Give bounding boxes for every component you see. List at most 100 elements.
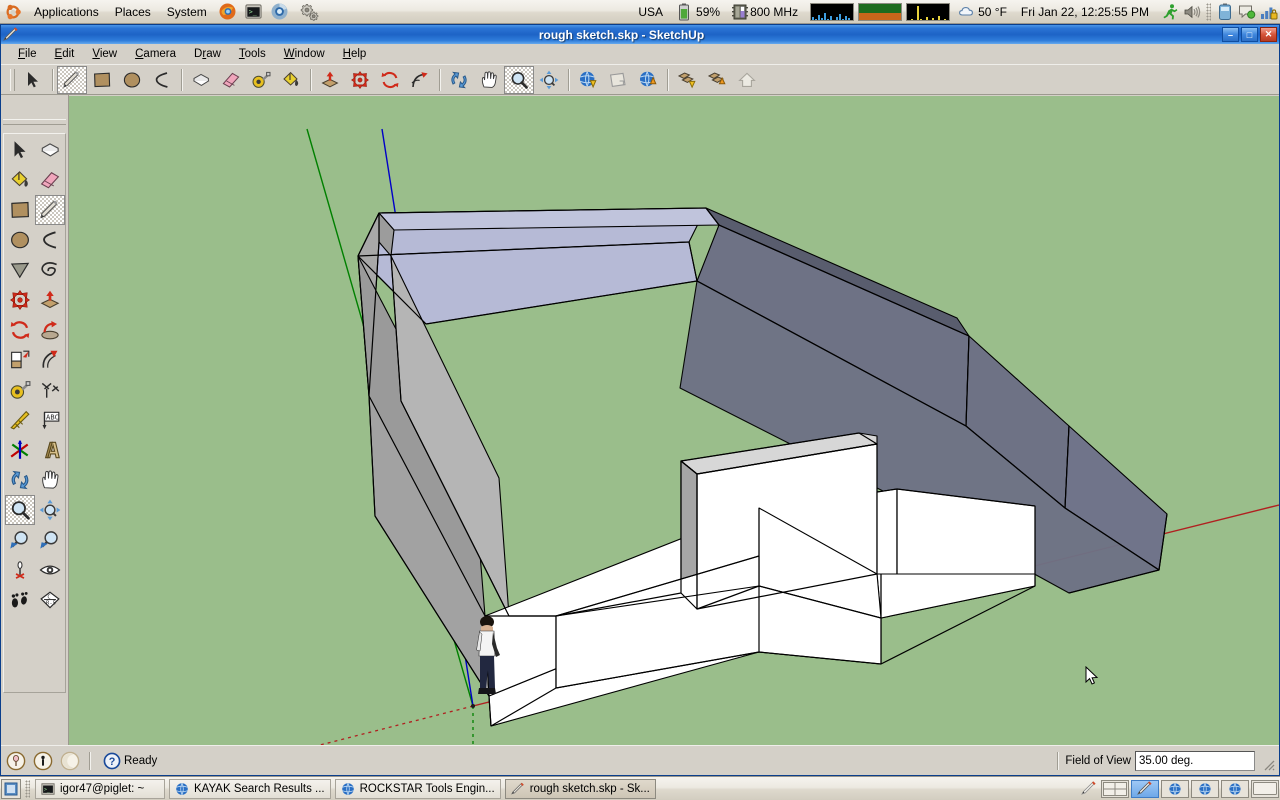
resize-grip-icon[interactable] bbox=[1261, 757, 1275, 771]
circle-tool-button[interactable] bbox=[117, 66, 147, 94]
line-tool-button[interactable] bbox=[57, 65, 87, 94]
freehand-tool-button[interactable] bbox=[35, 255, 65, 285]
polygon-tool-button[interactable] bbox=[5, 255, 35, 285]
circle-tool-button-large[interactable] bbox=[5, 225, 35, 255]
zoom-window-button[interactable] bbox=[5, 525, 35, 555]
taskbar-item-sketchup[interactable]: rough sketch.skp - Sk... bbox=[504, 778, 656, 799]
share-model-button[interactable] bbox=[603, 66, 633, 94]
move-tool-button[interactable] bbox=[345, 66, 375, 94]
orbit-tool-button-large[interactable] bbox=[5, 465, 35, 495]
get-models-button[interactable] bbox=[573, 66, 603, 94]
zoom-tool-button[interactable] bbox=[504, 65, 534, 94]
tape-measure-button-large[interactable] bbox=[5, 375, 35, 405]
share-component-button[interactable] bbox=[702, 66, 732, 94]
taskbar-item-terminal[interactable]: >_ igor47@piglet: ~ bbox=[35, 778, 165, 799]
follow-me-button[interactable] bbox=[405, 66, 435, 94]
places-menu[interactable]: Places bbox=[108, 3, 158, 21]
menu-window[interactable]: Window bbox=[275, 46, 334, 62]
workspace-1-button[interactable] bbox=[1101, 779, 1129, 798]
gears-icon[interactable] bbox=[295, 1, 323, 23]
pan-tool-button-large[interactable] bbox=[35, 465, 65, 495]
taskbar-item-kayak[interactable]: KAYAK Search Results ... bbox=[169, 778, 331, 799]
taskbar-item-rockstar[interactable]: ROCKSTAR Tools Engin... bbox=[334, 778, 501, 799]
zoom-tool-button-large[interactable] bbox=[5, 495, 35, 525]
workspace-4-button[interactable] bbox=[1191, 779, 1219, 798]
get-photo-texture-button[interactable] bbox=[672, 66, 702, 94]
add-location-button[interactable] bbox=[732, 66, 762, 94]
zoom-previous-button[interactable] bbox=[35, 525, 65, 555]
arc-tool-button[interactable] bbox=[147, 66, 177, 94]
three-d-text-icon[interactable] bbox=[35, 435, 65, 465]
system-menu[interactable]: System bbox=[160, 3, 214, 21]
scale-tool-button[interactable] bbox=[5, 345, 35, 375]
workspace-2-button[interactable] bbox=[1131, 779, 1159, 798]
pan-tool-button[interactable] bbox=[474, 66, 504, 94]
chat-bubble-icon[interactable] bbox=[1237, 2, 1257, 22]
menu-file[interactable]: FFileile bbox=[9, 46, 46, 62]
make-component-button-large[interactable] bbox=[35, 135, 65, 165]
axes-tool-button[interactable] bbox=[5, 435, 35, 465]
upload-model-button[interactable] bbox=[633, 66, 663, 94]
push-pull-button-large[interactable] bbox=[35, 285, 65, 315]
close-button[interactable]: ✕ bbox=[1260, 27, 1277, 42]
eraser-tool-button[interactable] bbox=[216, 66, 246, 94]
eye-icon[interactable] bbox=[35, 555, 65, 585]
move-tool-button-large[interactable] bbox=[5, 285, 35, 315]
rotate-tool-button[interactable] bbox=[375, 66, 405, 94]
paint-bucket-button[interactable] bbox=[276, 66, 306, 94]
offset-tool-button[interactable] bbox=[35, 345, 65, 375]
keyboard-layout-indicator[interactable]: USA bbox=[632, 5, 669, 19]
rotate-tool-button-large[interactable] bbox=[5, 315, 35, 345]
select-tool-button-large[interactable] bbox=[5, 135, 35, 165]
workspace-5-button[interactable] bbox=[1221, 779, 1249, 798]
push-pull-button[interactable] bbox=[315, 66, 345, 94]
menu-view[interactable]: View bbox=[83, 46, 126, 62]
signal-lock-icon[interactable] bbox=[1259, 2, 1279, 22]
paint-bucket-button-large[interactable] bbox=[5, 165, 35, 195]
protractor-tool-button[interactable] bbox=[5, 405, 35, 435]
tape-measure-button[interactable] bbox=[246, 66, 276, 94]
menu-draw[interactable]: Draw bbox=[185, 46, 230, 62]
clock-label[interactable]: Fri Jan 22, 12:25:55 PM bbox=[1013, 5, 1155, 19]
minimize-button[interactable]: – bbox=[1222, 27, 1239, 42]
dimension-tool-button[interactable] bbox=[35, 375, 65, 405]
firefox-launcher-icon[interactable] bbox=[217, 1, 239, 23]
text-label-icon[interactable]: ABC bbox=[35, 405, 65, 435]
zoom-extents-button-large[interactable] bbox=[35, 495, 65, 525]
weather-temperature-label[interactable]: 50 °F bbox=[978, 5, 1013, 19]
show-desktop-button[interactable] bbox=[1, 778, 21, 799]
make-component-button[interactable] bbox=[186, 66, 216, 94]
toolbar-grip[interactable] bbox=[10, 68, 15, 91]
model-viewport[interactable] bbox=[69, 96, 1279, 767]
menu-tools[interactable]: Tools bbox=[230, 46, 275, 62]
arc-tool-button-large[interactable] bbox=[35, 225, 65, 255]
eraser-tool-button-large[interactable] bbox=[35, 165, 65, 195]
pin-icon[interactable] bbox=[4, 749, 28, 773]
line-tool-button-large[interactable] bbox=[35, 195, 65, 225]
rectangle-tool-button-large[interactable] bbox=[5, 195, 35, 225]
chromium-launcher-icon[interactable] bbox=[269, 1, 291, 23]
menu-camera[interactable]: Camera bbox=[126, 46, 185, 62]
left-toolbar-grip[interactable] bbox=[3, 119, 66, 125]
terminal-launcher-icon[interactable]: >_ bbox=[243, 1, 265, 23]
runner-icon[interactable] bbox=[1160, 2, 1180, 22]
menu-help[interactable]: Help bbox=[334, 46, 376, 62]
orbit-tool-button[interactable] bbox=[444, 66, 474, 94]
crescent-icon[interactable] bbox=[58, 749, 82, 773]
applications-menu[interactable]: Applications bbox=[27, 3, 106, 21]
select-tool-button[interactable] bbox=[18, 66, 48, 94]
memory-monitor-graph[interactable] bbox=[858, 2, 903, 21]
question-mark-icon[interactable]: ? bbox=[100, 749, 124, 773]
section-plane-button[interactable]: C R-5 bbox=[35, 585, 65, 615]
field-of-view-input[interactable] bbox=[1135, 750, 1255, 771]
tray-sketchup-icon[interactable] bbox=[1079, 779, 1099, 799]
battery-tray-icon[interactable] bbox=[1215, 2, 1235, 22]
network-monitor-graph[interactable] bbox=[810, 2, 855, 21]
position-camera-button[interactable] bbox=[5, 555, 35, 585]
workspace-3-button[interactable] bbox=[1161, 779, 1189, 798]
footprints-icon[interactable] bbox=[5, 585, 35, 615]
workspace-6-button[interactable] bbox=[1251, 779, 1279, 798]
rectangle-tool-button[interactable] bbox=[87, 66, 117, 94]
follow-me-button-large[interactable] bbox=[35, 315, 65, 345]
speaker-icon[interactable] bbox=[1182, 2, 1202, 22]
